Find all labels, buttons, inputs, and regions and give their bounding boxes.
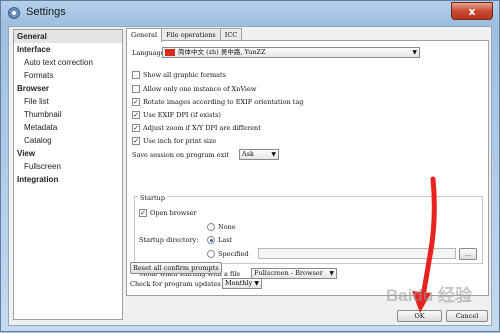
settings-window: Settings x General Interface Auto text c… [0, 0, 500, 332]
baidu-watermark: Baidu 经验 [386, 286, 472, 305]
tab-general[interactable]: General [126, 28, 163, 42]
